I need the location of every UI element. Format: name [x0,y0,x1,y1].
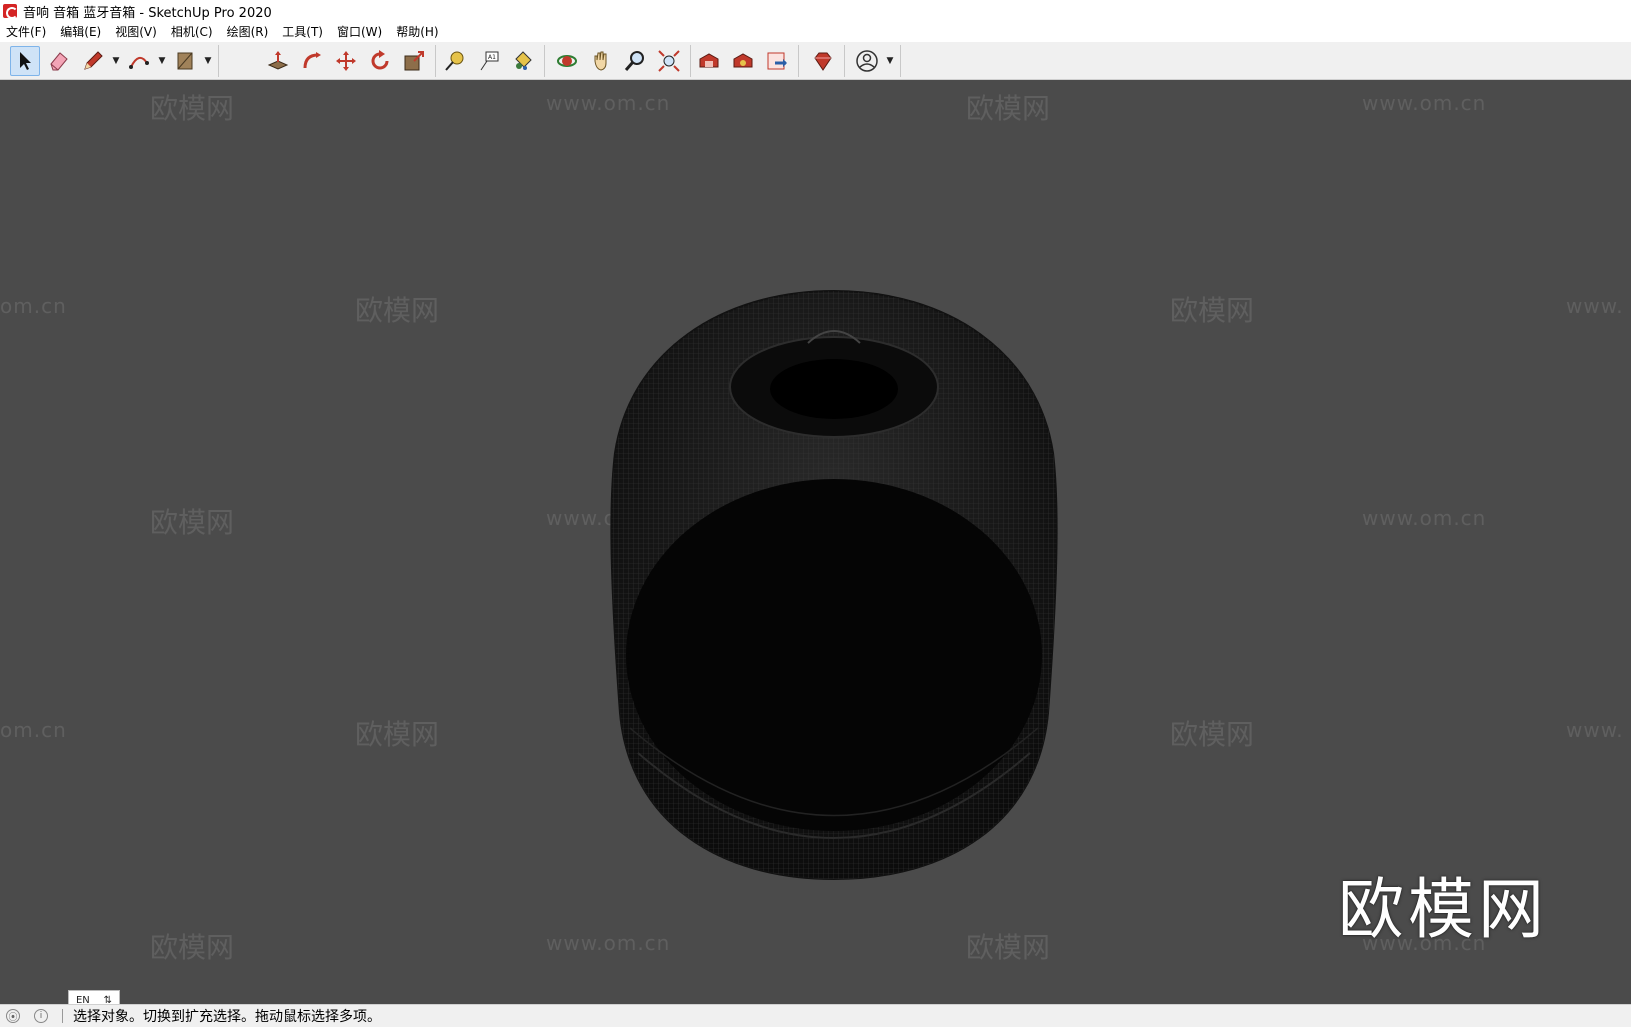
pan-button[interactable] [586,46,616,76]
eraser-tool-button[interactable] [44,46,74,76]
main-toolbar: ▼ ▼ ▼ A1 ▼ [0,42,1631,80]
extension-warehouse-icon [733,53,753,68]
zoom-extents-button[interactable] [654,46,684,76]
ruby-extension-icon [814,52,832,71]
scale-icon [404,51,424,71]
watermark-text: 欧模网 [150,931,235,964]
warehouse-button[interactable] [694,46,724,76]
tape-measure-icon [445,51,464,71]
menu-help[interactable]: 帮助(H) [396,22,438,42]
sketchup-window: 音响 音箱 蓝牙音箱 - SketchUp Pro 2020 文件(F) 编辑(… [0,0,1631,1027]
orbit-button[interactable] [552,46,582,76]
pencil-line-icon [84,51,103,70]
pencil-dropdown[interactable]: ▼ [110,46,122,76]
menu-camera[interactable]: 相机(C) [171,22,213,42]
geolocation-icon[interactable]: ⦿ [6,1009,20,1023]
move-button[interactable] [331,46,361,76]
watermark-url-partial: www. [1566,294,1624,318]
extension-manager-button[interactable] [808,46,838,76]
watermark-text: 欧模网 [966,92,1051,125]
watermark-text: 欧模网 [150,92,235,125]
watermark-text: 欧模网 [150,506,235,539]
status-bar: ⦿ i 选择对象。切换到扩充选择。拖动鼠标选择多项。 [0,1004,1631,1027]
menu-bar: 文件(F) 编辑(E) 视图(V) 相机(C) 绘图(R) 工具(T) 窗口(W… [0,22,1631,42]
arc-icon [129,56,149,69]
account-button[interactable] [852,46,882,76]
watermark-url: www.om.cn [1362,506,1487,530]
modeling-viewport[interactable]: 欧模网 www.om.cn 欧模网 www.om.cn om.cn 欧模网 ww… [0,81,1631,1004]
watermark-text: 欧模网 [355,294,440,327]
toolbar-group-account: ▼ [846,45,901,77]
status-divider [62,1009,63,1023]
tape-measure-button[interactable] [440,46,470,76]
follow-me-icon [303,52,321,69]
toolbar-group-draw: ▼ ▼ ▼ [4,45,219,77]
menu-window[interactable]: 窗口(W) [337,22,382,42]
watermark-text: 欧模网 [1170,718,1255,751]
eraser-icon [50,52,68,71]
paint-bucket-icon [515,51,532,70]
watermark-text: 欧模网 [1170,294,1255,327]
zoom-icon [624,51,644,71]
follow-me-button[interactable] [297,46,327,76]
text-icon: A1 [480,51,499,71]
account-dropdown[interactable]: ▼ [884,46,896,76]
toolbar-group-camera [546,45,691,77]
rotate-button[interactable] [365,46,395,76]
title-bar: 音响 音箱 蓝牙音箱 - SketchUp Pro 2020 [0,0,1631,22]
menu-edit[interactable]: 编辑(E) [60,22,101,42]
watermark-url: www.om.cn [546,91,671,115]
menu-draw[interactable]: 绘图(R) [227,22,269,42]
menu-tools[interactable]: 工具(T) [282,22,323,42]
toolbar-group-warehouse [688,45,799,77]
push-pull-button[interactable] [263,46,293,76]
brand-watermark-logo: 欧模网 [1338,871,1548,948]
push-pull-icon [267,51,289,70]
sketchup-logo-icon [3,4,18,19]
watermark-url-partial: www. [1566,718,1624,742]
rectangle-shape-icon [177,52,193,70]
pan-icon [594,51,607,71]
arc-dropdown[interactable]: ▼ [156,46,168,76]
text-button[interactable]: A1 [474,46,504,76]
select-tool-button[interactable] [10,46,40,76]
paint-bucket-button[interactable] [508,46,538,76]
watermark-url: www.om.cn [1362,91,1487,115]
pencil-tool-button[interactable] [78,46,108,76]
info-icon[interactable]: i [34,1009,48,1023]
toolbar-group-edit [257,45,436,77]
rotate-icon [371,50,389,70]
move-icon [336,51,356,71]
warehouse-icon [699,53,719,68]
watermark-url-partial: om.cn [0,718,67,742]
speaker-model[interactable] [608,283,1060,881]
toolbar-group-extensions [802,45,845,77]
send-to-layout-button[interactable] [762,46,792,76]
select-arrow-icon [20,52,31,70]
shape-dropdown[interactable]: ▼ [202,46,214,76]
window-title: 音响 音箱 蓝牙音箱 - SketchUp Pro 2020 [23,5,272,21]
watermark-url: www.om.cn [546,931,671,955]
scale-button[interactable] [399,46,429,76]
extension-warehouse-button[interactable] [728,46,758,76]
watermark-text: 欧模网 [355,718,440,751]
zoom-extents-icon [658,50,680,72]
account-icon [856,50,878,72]
arc-tool-button[interactable] [124,46,154,76]
shape-tool-button[interactable] [170,46,200,76]
watermark-text: 欧模网 [966,931,1051,964]
status-hint-text: 选择对象。切换到扩充选择。拖动鼠标选择多项。 [73,1009,381,1025]
watermark-url-partial: om.cn [0,294,67,318]
zoom-button[interactable] [620,46,650,76]
menu-file[interactable]: 文件(F) [6,22,46,42]
toolbar-group-construction: A1 [434,45,545,77]
layout-send-icon [767,52,787,70]
menu-view[interactable]: 视图(V) [115,22,157,42]
orbit-icon [557,55,577,67]
svg-text:A1: A1 [488,54,496,61]
